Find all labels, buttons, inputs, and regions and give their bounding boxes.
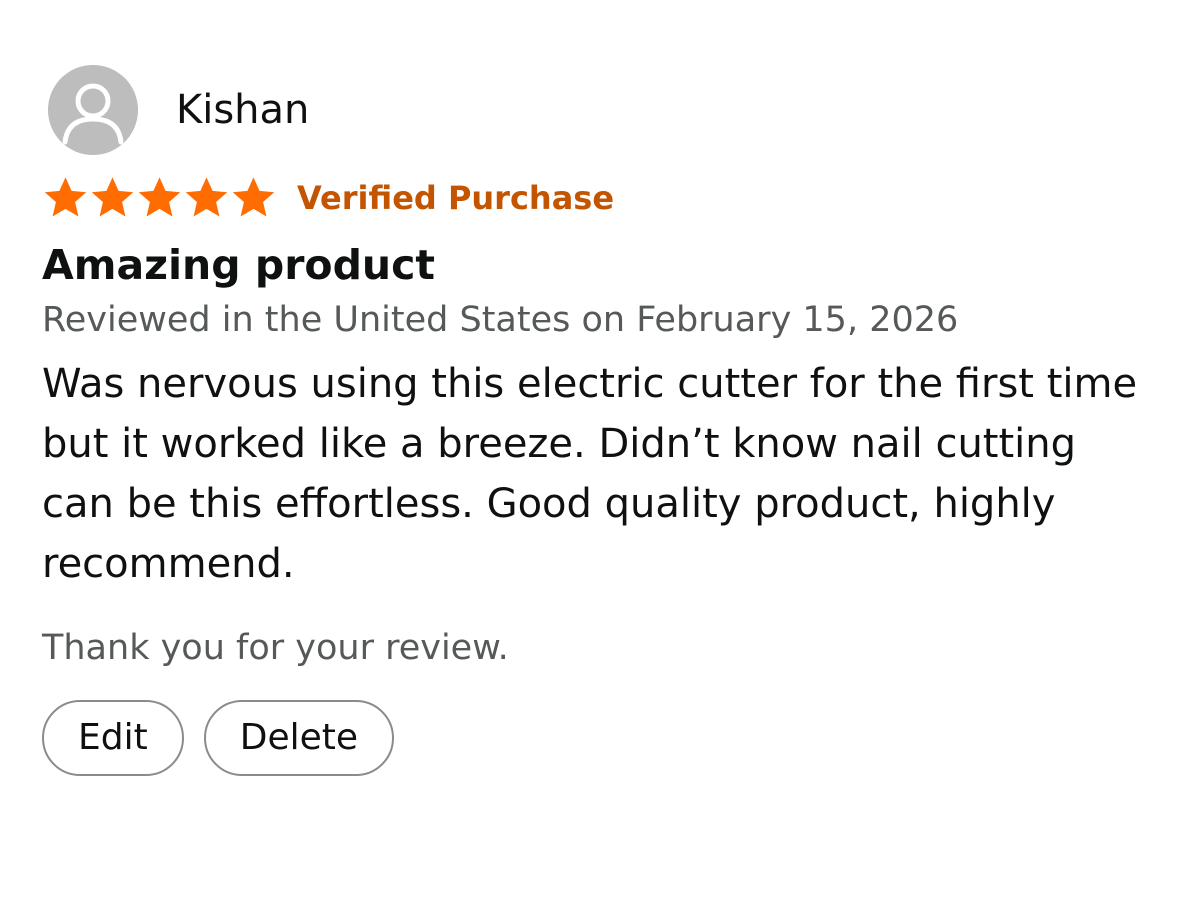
review-card: Kishan Verified Purchase Amazing product…: [42, 64, 1142, 776]
review-actions: Edit Delete: [42, 700, 1142, 776]
rating-row: Verified Purchase: [42, 170, 1142, 226]
star-icon: [138, 176, 181, 217]
review-body: Was nervous using this electric cutter f…: [42, 361, 1138, 587]
reviewer-row: Kishan: [42, 64, 1142, 156]
reviewer-name[interactable]: Kishan: [176, 86, 309, 134]
default-user-avatar-icon: [48, 65, 138, 155]
star-icon: [185, 176, 228, 217]
edit-button[interactable]: Edit: [42, 700, 184, 776]
delete-button[interactable]: Delete: [203, 700, 395, 776]
star-icon: [91, 176, 134, 217]
review-date: Reviewed in the United States on Februar…: [42, 300, 959, 340]
star-icon: [232, 176, 275, 217]
review-title: Amazing product: [42, 241, 436, 289]
star-icon: [44, 176, 87, 217]
star-rating: [42, 170, 277, 226]
avatar: [48, 65, 138, 155]
thank-you-message: Thank you for your review.: [42, 628, 509, 668]
verified-purchase-badge: Verified Purchase: [297, 179, 615, 217]
